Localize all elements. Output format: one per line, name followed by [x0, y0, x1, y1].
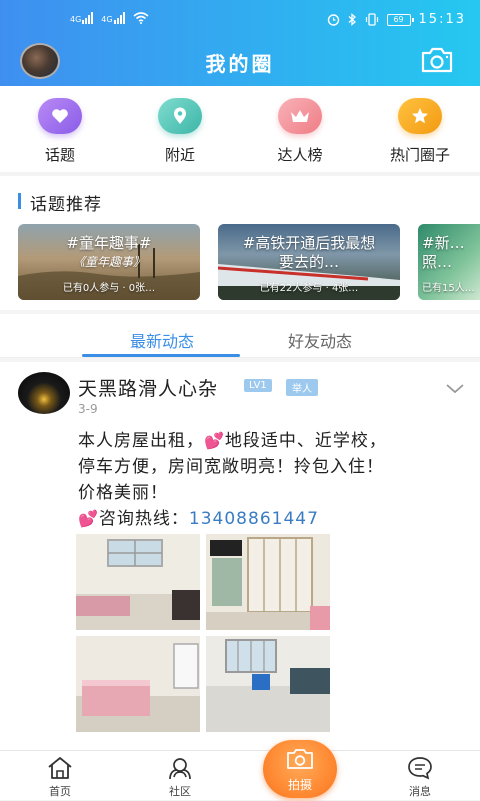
signal-icon: 4G — [101, 12, 125, 24]
post-photo[interactable] — [206, 636, 330, 732]
tab-friends[interactable]: 好友动态 — [240, 328, 400, 352]
post-content: 本人房屋出租，💕地段适中、近学校， 停车方便，房间宽敞明亮！拎包入住！ 价格美丽… — [78, 431, 387, 529]
star-icon — [398, 98, 442, 134]
nav-messages[interactable]: 消息 — [380, 751, 460, 801]
camera-icon[interactable] — [420, 46, 454, 74]
status-bar-right: 69 15:13 — [327, 12, 466, 27]
vibrate-icon — [365, 13, 378, 26]
quick-menu-label: 附近 — [164, 146, 195, 164]
section-title: 话题推荐 — [18, 190, 102, 215]
quick-menu-hot-circles[interactable]: 热门圈子 — [360, 86, 480, 172]
level-badge: LV1 — [244, 379, 272, 392]
topic-card-title: #高铁开通后我最想要去的… — [242, 234, 376, 271]
status-bar-left: 4G 4G — [70, 12, 149, 24]
active-tab-indicator — [82, 354, 240, 357]
post-date: 3-9 — [78, 402, 98, 416]
quick-menu-label: 热门圈子 — [389, 146, 450, 164]
community-icon — [169, 758, 191, 780]
crown-icon — [278, 98, 322, 134]
feed-post[interactable]: 天黑路滑人心杂 LV1 举人 3-9 本人房屋出租，💕地段适中、近学校， 停车方… — [0, 362, 480, 750]
post-photo[interactable] — [76, 534, 200, 630]
location-pin-icon — [158, 98, 202, 134]
topic-card-meta: 已有0人参与 · 0张… — [62, 283, 156, 294]
feed-tabs: 最新动态 好友动态 — [0, 314, 480, 358]
nav-community[interactable]: 社区 — [140, 751, 220, 801]
nav-label: 消息 — [409, 785, 431, 798]
heart-emoji-icon: 💕 — [78, 509, 99, 528]
phone-number-link[interactable]: 13408861447 — [189, 509, 319, 529]
tab-latest[interactable]: 最新动态 — [82, 328, 242, 352]
topic-card-title: #新…照… — [422, 234, 465, 271]
topic-card-title: #童年趣事# 《童年趣事》 — [66, 234, 152, 269]
wifi-icon — [133, 12, 149, 24]
topic-card-meta: 已有22人参与 · 4张… — [259, 283, 359, 294]
quick-menu: 话题 附近 达人榜 热门圈子 — [0, 86, 480, 172]
topic-card-meta: 已有15人… — [422, 283, 475, 294]
topic-recommend-section: 话题推荐 #童年趣事# 《童年趣事》 已有0人参与 · 0张… #高铁开通后我最… — [0, 176, 480, 310]
quick-menu-label: 达人榜 — [277, 146, 323, 164]
battery-icon: 69 — [386, 13, 414, 26]
sim2-label: 4G — [101, 15, 113, 24]
quick-menu-topics[interactable]: 话题 — [0, 86, 120, 172]
sim1-label: 4G — [70, 15, 82, 24]
home-icon — [48, 757, 72, 779]
status-bar: 4G 4G 69 15:13 — [0, 0, 480, 40]
role-badge: 举人 — [286, 379, 318, 396]
post-photo[interactable] — [206, 534, 330, 630]
topic-card[interactable]: #新…照… 已有15人… — [418, 224, 480, 300]
heart-icon — [38, 98, 82, 134]
heart-emoji-icon: 💕 — [204, 431, 225, 450]
quick-menu-nearby[interactable]: 附近 — [120, 86, 240, 172]
topic-card[interactable]: #童年趣事# 《童年趣事》 已有0人参与 · 0张… — [18, 224, 200, 300]
post-author-avatar[interactable] — [18, 372, 70, 414]
nav-label: 社区 — [169, 785, 191, 798]
message-icon — [408, 757, 432, 780]
shoot-button[interactable]: 拍摄 — [263, 740, 337, 798]
nav-label: 首页 — [49, 785, 71, 798]
quick-menu-label: 话题 — [44, 146, 75, 164]
page-title: 我的圈 — [205, 52, 275, 76]
alarm-icon — [327, 14, 339, 26]
status-time: 15:13 — [418, 12, 466, 27]
camera-icon — [287, 749, 313, 769]
app-header: 4G 4G 69 15:13 我的圈 — [0, 0, 480, 86]
post-photo[interactable] — [76, 636, 200, 732]
chevron-down-icon[interactable] — [446, 384, 464, 394]
nav-home[interactable]: 首页 — [20, 751, 100, 801]
bottom-nav: 首页 社区 消息 — [0, 750, 480, 800]
quick-menu-ranking[interactable]: 达人榜 — [240, 86, 360, 172]
signal-icon: 4G — [70, 12, 94, 24]
topic-card[interactable]: #高铁开通后我最想要去的… 已有22人参与 · 4张… — [218, 224, 400, 300]
post-author-name[interactable]: 天黑路滑人心杂 — [78, 374, 218, 401]
bluetooth-icon — [348, 13, 356, 26]
shoot-label: 拍摄 — [287, 778, 312, 792]
